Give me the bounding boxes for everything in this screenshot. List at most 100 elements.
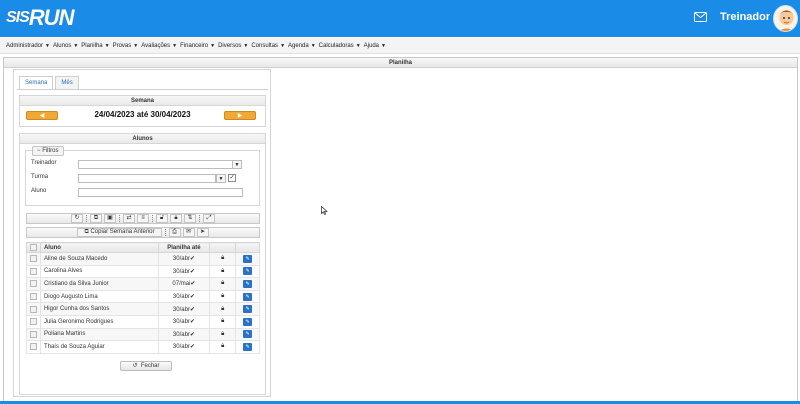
lock-icon[interactable]: 🔒︎ [209,314,237,329]
row-checkbox[interactable] [30,293,37,301]
unlock-icon[interactable]: 🔓︎ [156,214,168,223]
table-row[interactable]: Diogo Augusto Lima 30/abr✔ 🔒︎ ✎ [26,289,260,304]
lock-icon[interactable]: 🔒︎ [209,340,237,354]
menu-consultas[interactable]: Consultas ▼ [251,43,285,49]
planilha-date-cell: 30/abr✔ [157,302,211,316]
main-menu: Administrador ▼ Alunos ▼ Planilha ▼ Provas ▼… [0,38,800,54]
next-week-button[interactable]: ▶ [224,111,256,120]
expand-icon[interactable]: ⤢ [203,214,215,223]
lock-icon[interactable]: 🔒︎ [209,252,237,266]
copy-icon[interactable]: ⧉ [90,214,102,223]
user-avatar-icon[interactable] [773,5,798,32]
lock-icon[interactable]: 🔒︎ [209,264,237,279]
edit-icon[interactable]: ✎ [243,254,253,263]
table-row[interactable]: Poliana Martins 30/abr✔ 🔒︎ ✎ [26,327,260,342]
chevron-down-icon[interactable]: ▼ [216,174,226,183]
filters-toggle[interactable]: − Filtros [32,146,64,156]
select-all-header[interactable] [26,242,41,253]
menu-label: Provas [112,42,132,49]
menu-label: Agenda [288,42,309,49]
menu-agenda[interactable]: Agenda ▼ [288,43,316,49]
row-checkbox[interactable] [30,330,37,338]
lock-icon[interactable]: 🔒︎ [170,214,182,223]
row-checkbox[interactable] [30,318,37,326]
edit-column-header [235,242,260,253]
student-name: Julia Geronimo Rodrigues [39,314,159,329]
logo-run-text: RUN [28,5,75,30]
planilha-column-header[interactable]: Planilha até [157,242,211,253]
turma-select[interactable] [78,174,216,183]
menu-avaliacoes[interactable]: Avaliações ▼ [141,43,177,49]
envelope-icon[interactable] [694,12,707,22]
menu-alunos[interactable]: Alunos ▼ [53,43,78,49]
copy-previous-week-button[interactable]: ⧉ Copiar Semana Anterior [77,228,162,237]
treinador-select[interactable] [78,160,233,169]
close-button[interactable]: ↺ Fechar [120,361,172,371]
planilha-date-cell: 30/abr✔ [157,314,211,329]
select-all-checkbox[interactable] [30,243,37,251]
caret-down-icon: ▼ [73,42,79,49]
refresh-icon[interactable]: ↻ [71,214,83,223]
envelope-icon[interactable]: ✉ [182,228,195,237]
edit-icon[interactable]: ✎ [243,292,253,301]
user-name[interactable]: Treinador [720,11,770,23]
row-checkbox[interactable] [30,305,37,313]
lock-icon[interactable]: 🔒︎ [209,289,237,304]
menu-ajuda[interactable]: Ajuda ▼ [364,43,386,49]
edit-icon[interactable]: ✎ [243,330,253,339]
menu-administrador[interactable]: Administrador ▼ [6,43,50,49]
treinador-label: Treinador [31,160,57,166]
student-name: Diogo Augusto Lima [39,289,159,304]
menu-label: Calculadoras [318,42,354,49]
menu-financeiro[interactable]: Financeiro ▼ [180,43,215,49]
check-icon: ✔ [189,319,195,326]
edit-icon[interactable]: ✎ [243,267,253,276]
menu-provas[interactable]: Provas ▼ [113,43,139,49]
row-checkbox[interactable] [30,280,37,288]
aluno-column-header[interactable]: Aluno [39,242,159,253]
separator [119,215,120,222]
lock-icon[interactable]: 🔒︎ [209,277,237,291]
aluno-input[interactable] [78,188,243,197]
check-icon: ✔ [189,294,195,301]
caret-down-icon: ▼ [133,42,139,49]
swap-icon[interactable]: ⇄ [123,214,135,223]
planilha-date-cell: 30/abr✔ [157,327,211,342]
check-icon: ✔ [189,306,195,313]
table-row[interactable]: Carolina Alves 30/abr✔ 🔒︎ ✎ [26,264,260,279]
print-icon[interactable]: ⎙ [168,228,181,237]
menu-calculadoras[interactable]: Calculadoras ▼ [319,43,361,49]
row-checkbox[interactable] [30,343,37,351]
row-checkbox[interactable] [30,255,37,263]
list-icon[interactable]: ≡ [137,214,149,223]
alunos-panel: Alunos − Filtros Treinador ▼ Turma ▼ ✓ A… [19,133,266,395]
menu-planilha[interactable]: Planilha ▼ [81,43,109,49]
table-row[interactable]: Thaís de Souza Aguiar 30/abr✔ 🔒︎ ✎ [26,340,260,354]
separator [164,229,166,236]
caret-down-icon: ▼ [381,42,386,49]
table-row[interactable]: Cristiano da Silva Junior 07/mai✔ 🔒︎ ✎ [26,277,260,291]
lock-icon[interactable]: 🔒︎ [209,327,237,342]
table-row[interactable]: Julia Geronimo Rodrigues 30/abr✔ 🔒︎ ✎ [26,314,260,329]
student-name: Higor Cunha dos Santos [39,302,159,316]
menu-diversos[interactable]: Diversos ▼ [218,43,248,49]
tab-semana[interactable]: Semana [19,76,54,89]
turma-checkbox[interactable]: ✓ [228,174,236,182]
sort-icon[interactable]: ⇅ [184,214,196,223]
menu-label: Ajuda [363,42,379,49]
planilha-date: 30/abr [172,331,190,338]
paste-icon[interactable]: ▣ [104,214,116,223]
table-row[interactable]: Higor Cunha dos Santos 30/abr✔ 🔒︎ ✎ [26,302,260,316]
chevron-down-icon[interactable]: ▼ [232,160,242,169]
row-checkbox[interactable] [30,267,37,275]
edit-icon[interactable]: ✎ [243,305,253,314]
lock-icon[interactable]: 🔒︎ [209,302,237,316]
edit-icon[interactable]: ✎ [243,317,253,326]
send-icon[interactable]: ➤ [196,228,209,237]
tab-mes[interactable]: Mês [55,76,79,89]
edit-icon[interactable]: ✎ [243,342,253,351]
edit-icon[interactable]: ✎ [243,279,253,288]
app-logo[interactable]: SIS RUN [6,5,75,30]
check-icon: ✔ [190,281,196,288]
table-row[interactable]: Aline de Souza Macedo 30/abr✔ 🔒︎ ✎ [26,252,260,266]
